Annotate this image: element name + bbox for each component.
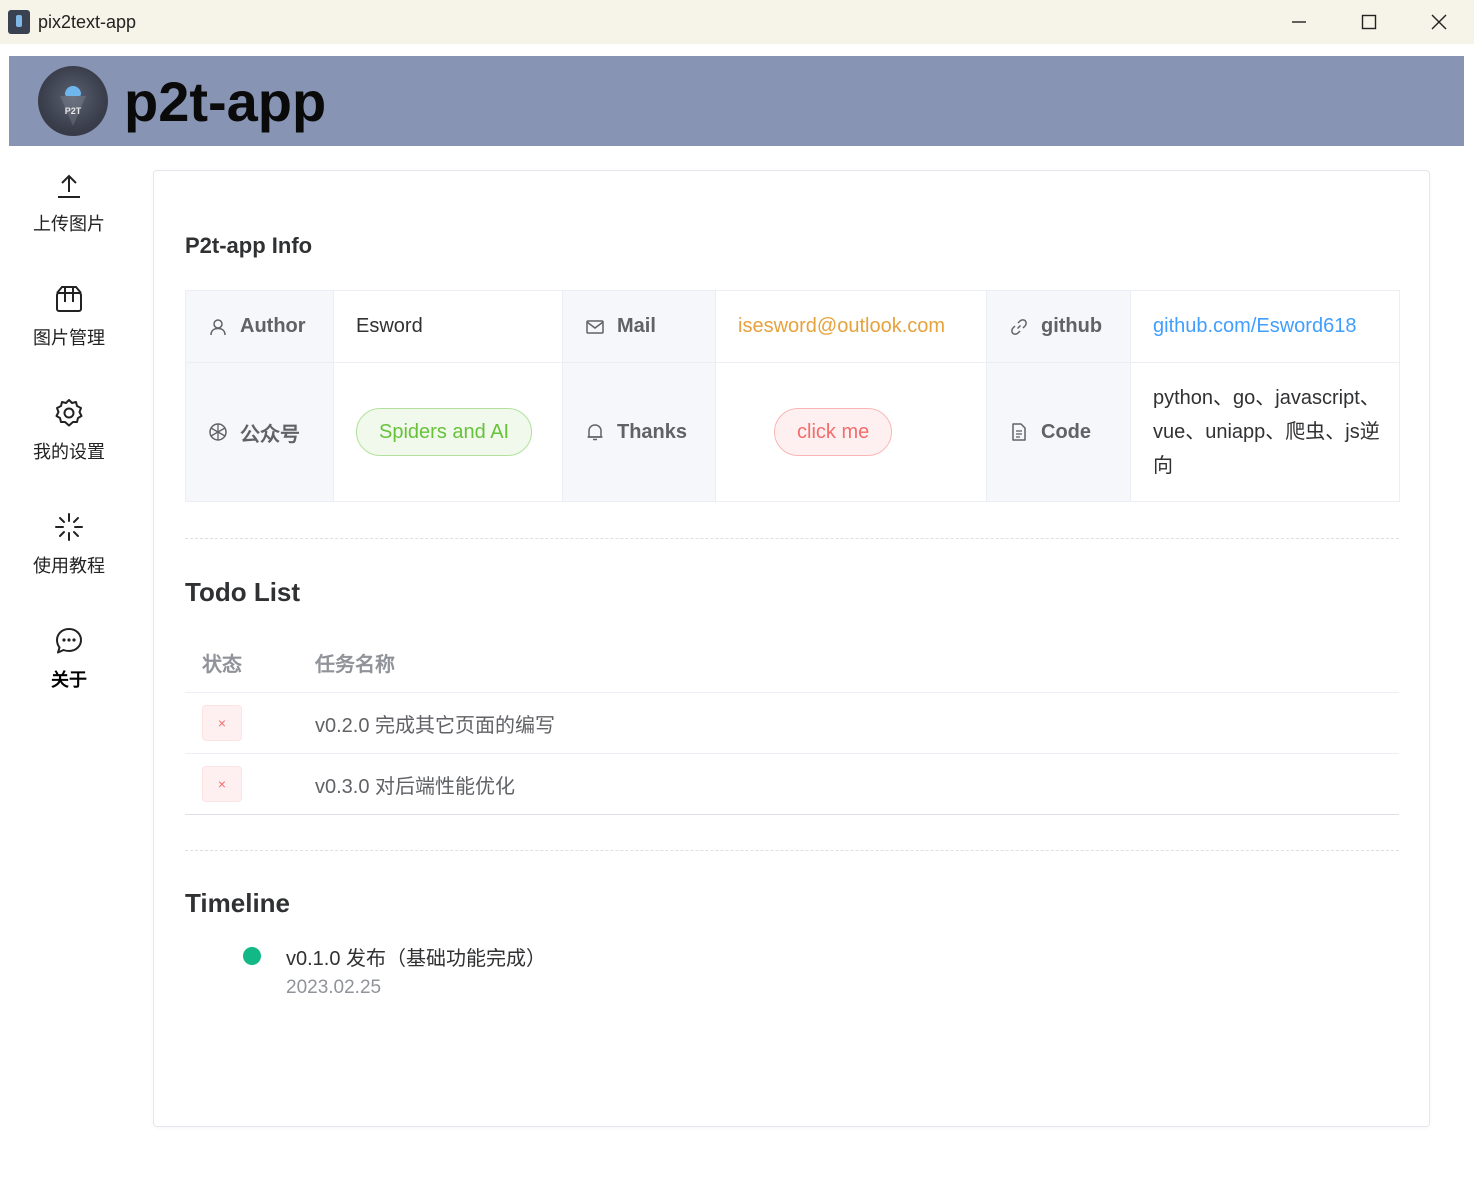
- aperture-icon: [209, 423, 227, 441]
- status-cell: ×: [185, 692, 298, 754]
- link-icon: [1011, 318, 1027, 335]
- bell-icon: [587, 424, 603, 441]
- loading-icon: [55, 513, 83, 541]
- thanks-label: Thanks: [617, 420, 688, 443]
- user-icon: [210, 318, 226, 335]
- thanks-value-cell: click me: [715, 362, 987, 502]
- sidebar-item-image-manage[interactable]: 图片管理: [9, 260, 129, 360]
- chat-icon: [56, 628, 82, 654]
- sidebar-item-tutorial[interactable]: 使用教程: [9, 488, 129, 588]
- app-logo: P2T: [38, 66, 108, 136]
- mail-label: Mail: [617, 315, 656, 337]
- logo-text: P2T: [64, 106, 82, 116]
- code-value: python、go、javascript、vue、uniapp、爬虫、js逆向: [1130, 362, 1400, 502]
- close-button[interactable]: [1404, 0, 1474, 44]
- timeline-title: Timeline: [185, 888, 291, 918]
- window-title: pix2text-app: [38, 11, 137, 32]
- todo-header-row: 状态 任务名称: [185, 633, 1399, 693]
- wechat-label: 公众号: [240, 423, 300, 446]
- box-icon: [56, 286, 82, 312]
- author-label-cell: Author: [185, 290, 334, 363]
- status-badge: ×: [202, 705, 242, 741]
- timeline-timestamp: 2023.02.25: [286, 977, 382, 998]
- logo-lamp: [65, 86, 81, 96]
- wechat-value-cell: Spiders and AI: [333, 362, 563, 502]
- click-me-button[interactable]: click me: [774, 408, 893, 456]
- sidebar-item-label: 关于: [51, 670, 87, 690]
- gear-icon: [55, 399, 83, 427]
- author-value: Esword: [333, 290, 563, 363]
- task-name: v0.2.0 完成其它页面的编写: [298, 692, 1399, 754]
- window-controls: [1264, 0, 1474, 44]
- status-cell: ×: [185, 753, 298, 815]
- sidebar-item-label: 我的设置: [33, 442, 105, 462]
- thanks-label-cell: Thanks: [562, 362, 716, 502]
- mail-value-cell: isesword@outlook.com: [715, 290, 987, 363]
- github-link[interactable]: github.com/Esword618: [1153, 315, 1356, 337]
- upload-icon: [58, 174, 80, 198]
- mail-link[interactable]: isesword@outlook.com: [738, 315, 945, 337]
- code-label-cell: Code: [986, 362, 1131, 502]
- status-column-header: 状态: [185, 633, 298, 693]
- github-label-cell: github: [986, 290, 1131, 363]
- main-card: P2t-app Info Author Esword Mail isesword…: [153, 170, 1430, 1127]
- divider: [185, 850, 1399, 851]
- wechat-label-cell: 公众号: [185, 362, 334, 502]
- info-title: P2t-app Info: [185, 233, 313, 258]
- timeline-dot: [243, 947, 261, 965]
- author-label: Author: [240, 315, 306, 337]
- github-value-cell: github.com/Esword618: [1130, 290, 1400, 363]
- timeline-content: v0.1.0 发布（基础功能完成）: [286, 948, 547, 970]
- task-name: v0.3.0 对后端性能优化: [298, 753, 1399, 815]
- maximize-button[interactable]: [1334, 0, 1404, 44]
- todo-table: 状态 任务名称 × v0.2.0 完成其它页面的编写 × v0.3.0 对后端性…: [185, 633, 1399, 815]
- minimize-button[interactable]: [1264, 0, 1334, 44]
- sidebar-item-about[interactable]: 关于: [9, 602, 129, 702]
- maximize-icon: [1361, 14, 1377, 30]
- table-row: × v0.2.0 完成其它页面的编写: [185, 692, 1399, 754]
- app-header: P2T p2t-app: [9, 56, 1464, 146]
- mail-label-cell: Mail: [562, 290, 716, 363]
- status-badge: ×: [202, 766, 242, 802]
- github-label: github: [1041, 315, 1103, 337]
- sidebar-item-upload[interactable]: 上传图片: [9, 146, 129, 246]
- info-descriptions: Author Esword Mail isesword@outlook.com: [185, 290, 1400, 502]
- task-column-header: 任务名称: [298, 633, 1399, 693]
- todo-title: Todo List: [185, 577, 301, 607]
- sidebar-item-label: 上传图片: [33, 214, 105, 234]
- minimize-icon: [1292, 21, 1306, 23]
- app-icon: [8, 10, 30, 34]
- document-icon: [1012, 423, 1026, 441]
- app-title: p2t-app: [124, 69, 327, 133]
- mail-icon: [586, 319, 604, 334]
- wechat-tag: Spiders and AI: [356, 408, 533, 456]
- table-row: × v0.3.0 对后端性能优化: [185, 753, 1399, 815]
- divider: [185, 538, 1399, 539]
- sidebar-item-label: 使用教程: [33, 556, 105, 576]
- code-label: Code: [1041, 420, 1091, 443]
- window-titlebar: pix2text-app: [0, 0, 1474, 44]
- close-icon: [1431, 14, 1447, 30]
- sidebar-item-label: 图片管理: [33, 328, 105, 348]
- sidebar-item-settings[interactable]: 我的设置: [9, 374, 129, 474]
